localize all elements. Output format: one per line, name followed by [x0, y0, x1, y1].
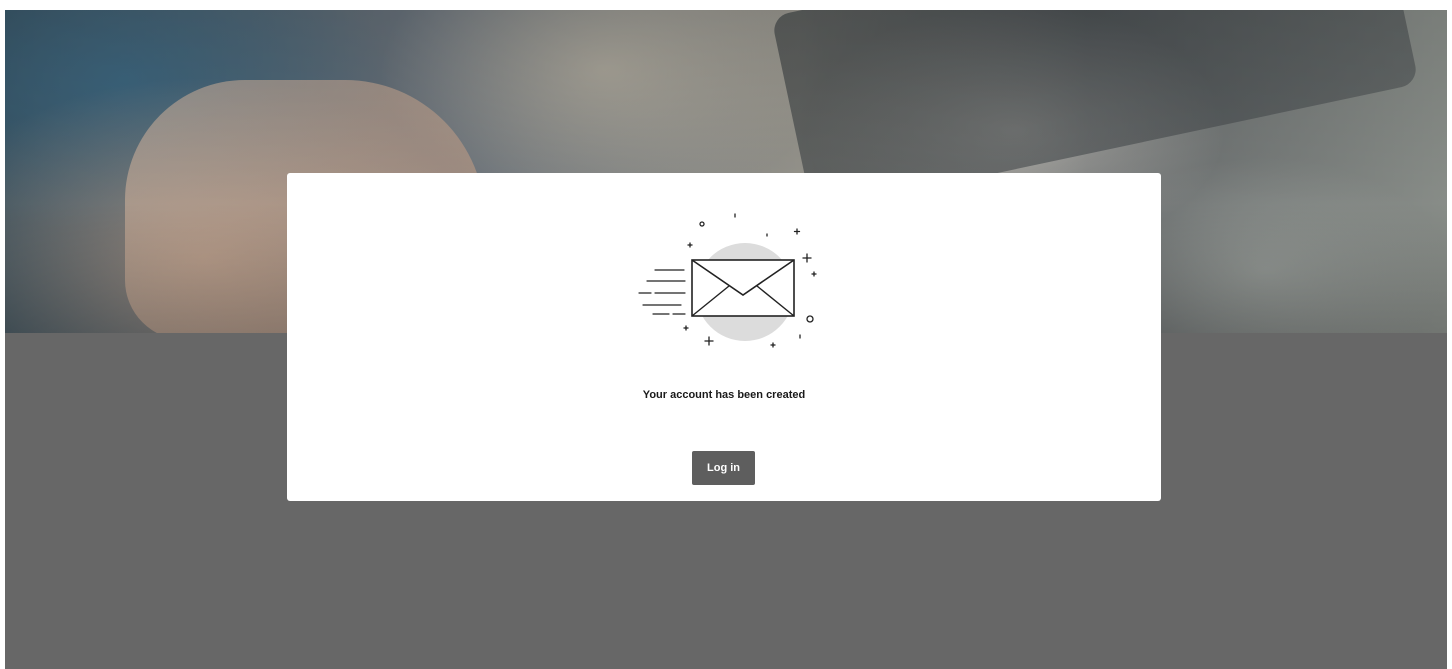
confirmation-message: Your account has been created — [642, 389, 806, 401]
login-button[interactable]: Log in — [692, 451, 755, 485]
confirmation-card: Your account has been created Log in — [287, 173, 1161, 501]
envelope-sent-icon — [638, 213, 817, 348]
page-background: Your account has been created Log in — [5, 10, 1447, 669]
